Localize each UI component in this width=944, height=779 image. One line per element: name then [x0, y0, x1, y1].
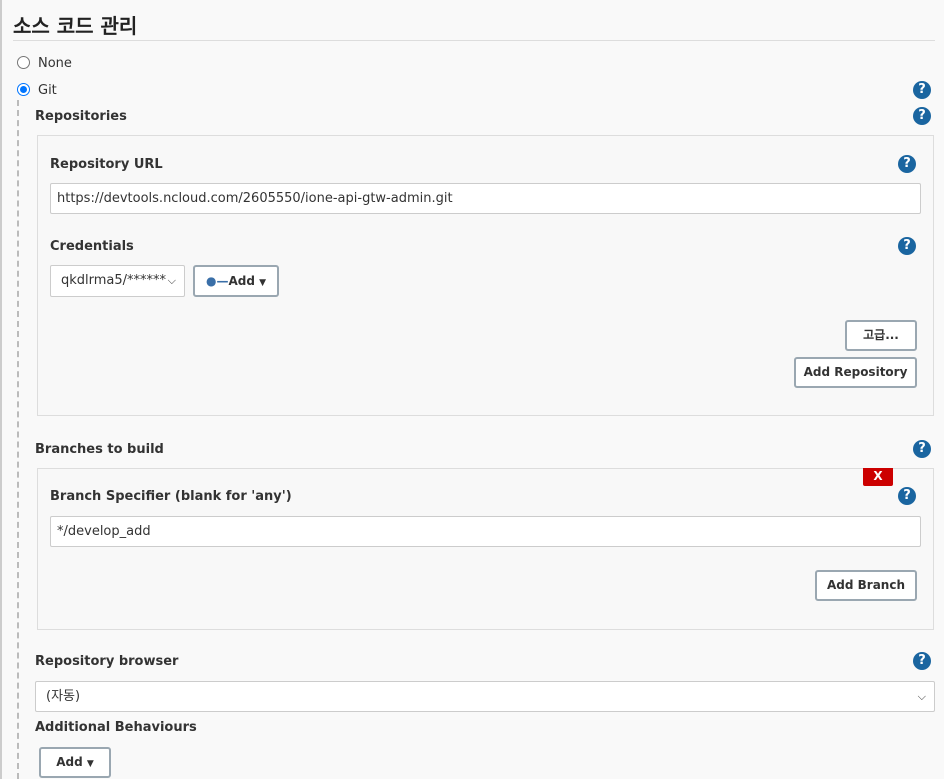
caret-down-icon: ▼ — [259, 278, 267, 288]
credentials-select[interactable]: qkdlrma5/****** ⌵ — [50, 265, 185, 297]
help-icon[interactable]: ? — [913, 107, 931, 125]
credentials-value: qkdlrma5/****** — [61, 273, 167, 288]
radio-none[interactable] — [17, 56, 30, 69]
add-credentials-button[interactable]: ●—Add ▼ — [193, 265, 279, 297]
radio-none-label: None — [38, 56, 72, 71]
key-icon: ●— — [205, 274, 229, 288]
add-behaviour-button[interactable]: Add ▼ — [39, 747, 111, 778]
radio-git-label: Git — [38, 83, 57, 98]
repositories-label: Repositories — [35, 109, 127, 124]
add-branch-button[interactable]: Add Branch — [815, 570, 917, 601]
caret-down-icon: ▼ — [86, 759, 94, 769]
repository-browser-select[interactable]: (자동) ⌵ — [35, 681, 935, 712]
help-icon[interactable]: ? — [898, 155, 916, 173]
help-icon[interactable]: ? — [913, 81, 931, 99]
add-repository-button[interactable]: Add Repository — [794, 357, 917, 388]
additional-behaviours-label: Additional Behaviours — [35, 720, 197, 735]
chevron-down-icon: ⌵ — [167, 274, 176, 287]
advanced-button[interactable]: 고급... — [845, 320, 917, 351]
git-section-indent — [17, 100, 19, 779]
repository-url-label: Repository URL — [50, 157, 163, 172]
repository-browser-label: Repository browser — [35, 654, 179, 669]
radio-git[interactable] — [17, 83, 30, 96]
repository-browser-value: (자동) — [46, 689, 81, 704]
branch-specifier-input[interactable]: */develop_add — [50, 516, 921, 547]
help-icon[interactable]: ? — [913, 440, 931, 458]
delete-branch-button[interactable]: X — [863, 468, 893, 486]
section-title: 소스 코드 관리 — [13, 14, 138, 38]
repository-url-input[interactable]: https://devtools.ncloud.com/2605550/ione… — [50, 183, 921, 214]
chevron-down-icon: ⌵ — [917, 690, 926, 703]
help-icon[interactable]: ? — [898, 487, 916, 505]
help-icon[interactable]: ? — [913, 652, 931, 670]
divider — [13, 40, 935, 41]
branch-specifier-label: Branch Specifier (blank for 'any') — [50, 489, 292, 504]
credentials-label: Credentials — [50, 239, 134, 254]
branches-label: Branches to build — [35, 442, 164, 457]
help-icon[interactable]: ? — [898, 237, 916, 255]
